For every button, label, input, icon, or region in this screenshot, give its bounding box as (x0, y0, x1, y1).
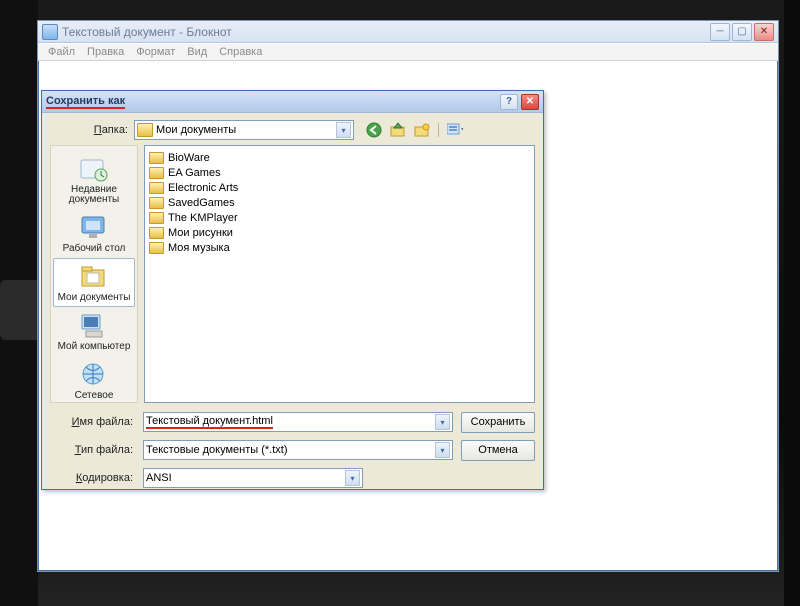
chevron-down-icon[interactable]: ▾ (345, 470, 360, 486)
place-network[interactable]: Сетевое (53, 356, 135, 405)
folder-icon (149, 212, 164, 224)
folder-combo[interactable]: Мои документы ▾ (134, 120, 354, 140)
folder-icon (149, 242, 164, 254)
documents-icon (78, 262, 110, 292)
bg-right (784, 0, 800, 606)
cancel-button[interactable]: Отмена (461, 440, 535, 461)
notepad-icon (42, 24, 58, 40)
folder-value: Мои документы (156, 124, 236, 136)
new-folder-icon[interactable] (414, 122, 430, 138)
window-titlebar[interactable]: Текстовый документ - Блокнот ─ ▢ ✕ (38, 21, 778, 43)
file-name: EA Games (168, 167, 221, 179)
cancel-label: Отмена (478, 444, 517, 456)
file-name: Моя музыка (168, 242, 230, 254)
place-desktop[interactable]: Рабочий стол (53, 209, 135, 258)
file-name: The KMPlayer (168, 212, 238, 224)
up-icon[interactable] (390, 122, 406, 138)
menubar[interactable]: Файл Правка Формат Вид Справка (38, 43, 778, 61)
place-documents[interactable]: Мои документы (53, 258, 135, 307)
filetype-value: Текстовые документы (*.txt) (146, 444, 288, 456)
place-recent[interactable]: Недавние документы (53, 150, 135, 209)
dialog-title: Сохранить как (46, 95, 125, 109)
places-bar: Недавние документы Рабочий стол Мои доку… (50, 145, 138, 403)
menu-help[interactable]: Справка (215, 46, 266, 58)
help-button[interactable]: ? (500, 94, 518, 110)
encoding-value: ANSI (146, 472, 172, 484)
recent-icon (78, 154, 110, 184)
folder-icon (149, 197, 164, 209)
encoding-label: Кодировка: (50, 472, 135, 484)
maximize-button[interactable]: ▢ (732, 23, 752, 41)
list-item[interactable]: The KMPlayer (149, 210, 530, 225)
window-title: Текстовый документ - Блокнот (62, 25, 232, 39)
menu-edit[interactable]: Правка (83, 46, 128, 58)
filetype-label: Тип файла: (50, 444, 135, 456)
menu-file[interactable]: Файл (44, 46, 79, 58)
menu-view[interactable]: Вид (183, 46, 211, 58)
file-name: SavedGames (168, 197, 235, 209)
save-as-dialog: Сохранить как ? ✕ Папка: Мои документы ▾ (41, 90, 544, 490)
minimize-button[interactable]: ─ (710, 23, 730, 41)
chevron-down-icon[interactable]: ▾ (435, 442, 450, 458)
menu-format[interactable]: Формат (132, 46, 179, 58)
list-item[interactable]: Мои рисунки (149, 225, 530, 240)
dialog-body: Папка: Мои документы ▾ (42, 113, 543, 489)
place-label: Сетевое (75, 391, 114, 401)
dialog-titlebar[interactable]: Сохранить как ? ✕ (42, 91, 543, 113)
folder-label: Папка: (50, 124, 128, 136)
filename-label: Имя файла: (50, 416, 135, 428)
encoding-combo[interactable]: ANSI ▾ (143, 468, 363, 488)
list-item[interactable]: SavedGames (149, 195, 530, 210)
chevron-down-icon[interactable]: ▾ (435, 414, 450, 430)
folder-icon (149, 167, 164, 179)
computer-icon (78, 311, 110, 341)
filename-combo[interactable]: Текстовый документ.html ▾ (143, 412, 453, 432)
filename-value: Текстовый документ.html (146, 415, 273, 429)
desktop-icon (78, 213, 110, 243)
close-button[interactable]: ✕ (754, 23, 774, 41)
filetype-combo[interactable]: Текстовые документы (*.txt) ▾ (143, 440, 453, 460)
folder-icon (149, 152, 164, 164)
place-label: Мой компьютер (58, 342, 131, 352)
place-label: Мои документы (58, 293, 131, 303)
back-icon[interactable] (366, 122, 382, 138)
file-name: Electronic Arts (168, 182, 238, 194)
save-button[interactable]: Сохранить (461, 412, 535, 433)
list-item[interactable]: EA Games (149, 165, 530, 180)
list-item[interactable]: Моя музыка (149, 240, 530, 255)
place-computer[interactable]: Мой компьютер (53, 307, 135, 356)
dialog-close-button[interactable]: ✕ (521, 94, 539, 110)
list-item[interactable]: BioWare (149, 150, 530, 165)
folder-icon (149, 182, 164, 194)
file-name: Мои рисунки (168, 227, 233, 239)
chevron-down-icon[interactable]: ▾ (336, 122, 351, 138)
place-label: Рабочий стол (63, 244, 126, 254)
file-name: BioWare (168, 152, 210, 164)
place-label: Недавние документы (54, 185, 134, 205)
folder-icon (137, 123, 153, 137)
separator (438, 123, 439, 137)
folder-icon (149, 227, 164, 239)
file-list[interactable]: BioWare EA Games Electronic Arts SavedGa… (144, 145, 535, 403)
network-icon (78, 360, 110, 390)
save-label: Сохранить (471, 416, 526, 428)
list-item[interactable]: Electronic Arts (149, 180, 530, 195)
views-icon[interactable] (447, 122, 463, 138)
